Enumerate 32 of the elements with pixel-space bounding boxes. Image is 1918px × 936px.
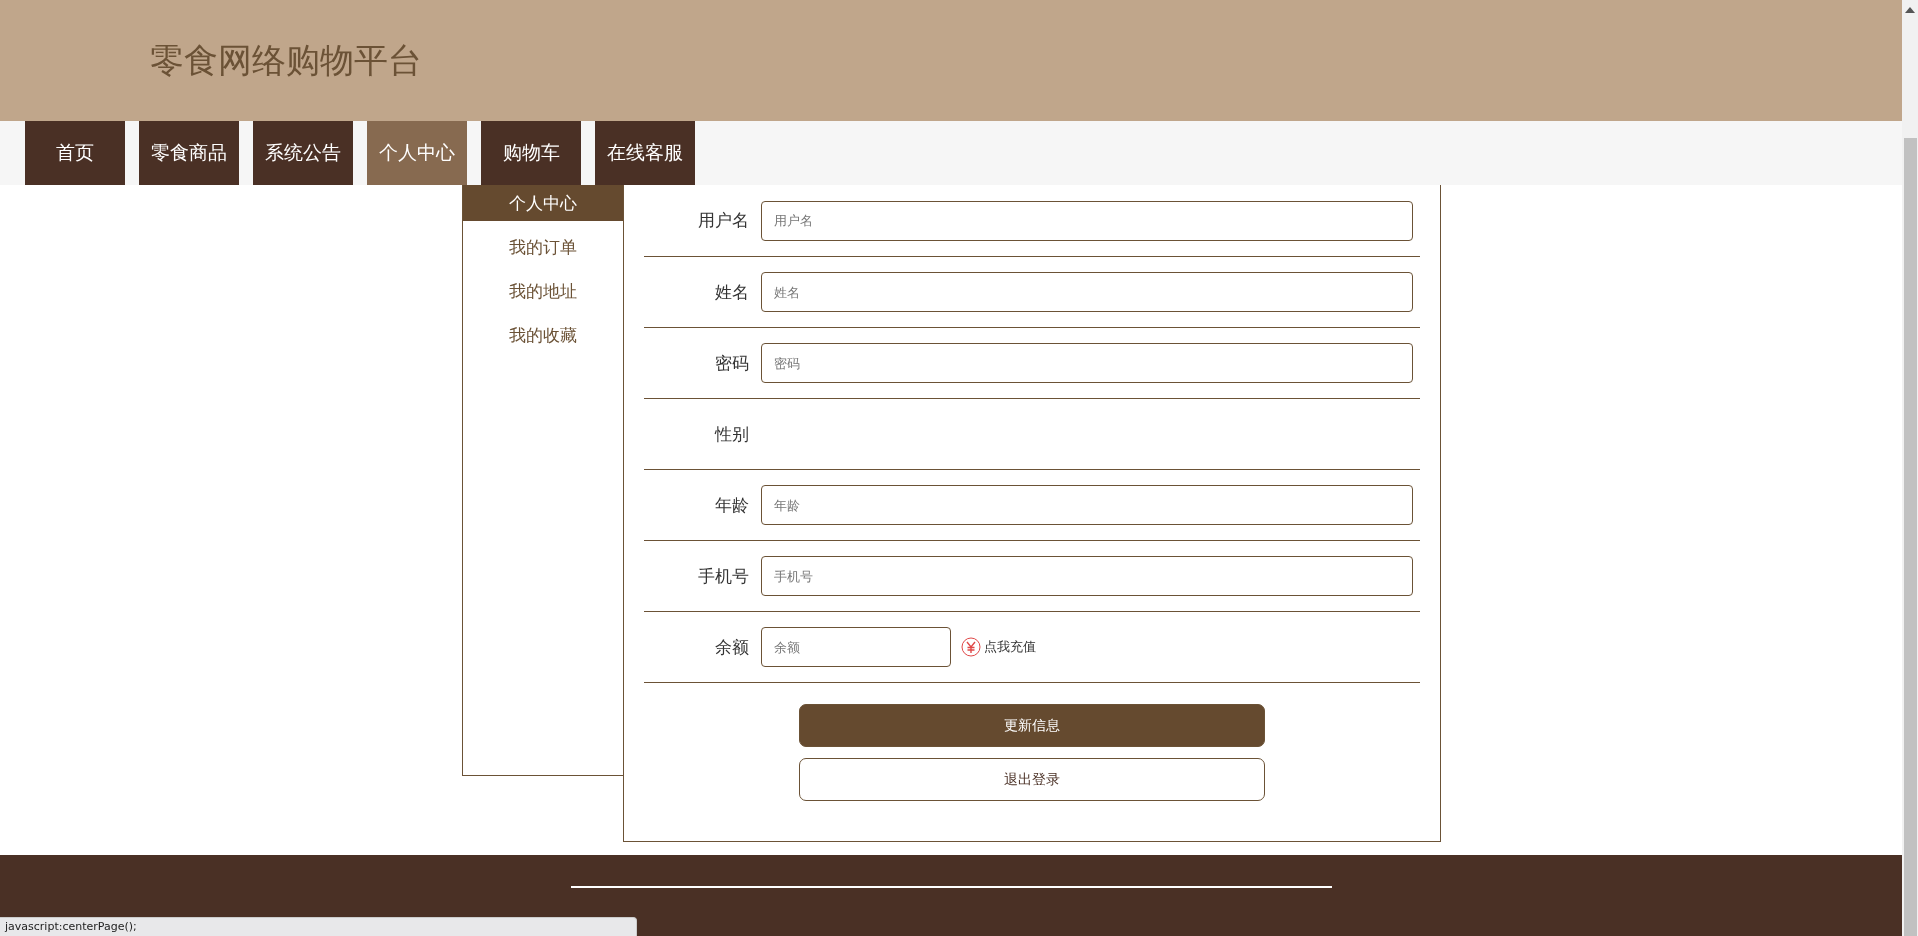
nav-tab[interactable]: 首页	[25, 121, 125, 185]
sidebar-item[interactable]: 我的地址	[463, 273, 623, 309]
nav-tab[interactable]: 零食商品	[139, 121, 239, 185]
site-title: 零食网络购物平台	[150, 38, 422, 82]
scrollbar-thumb[interactable]	[1904, 138, 1917, 936]
yen-icon	[961, 637, 981, 657]
logout-button[interactable]: 退出登录	[799, 758, 1265, 801]
input-field[interactable]: 年龄	[761, 485, 1413, 525]
scrollbar[interactable]	[1902, 0, 1918, 936]
update-button[interactable]: 更新信息	[799, 704, 1265, 747]
field-label: 密码	[714, 351, 750, 375]
sidebar-item[interactable]: 个人中心	[463, 185, 623, 221]
field-label: 性别	[713, 422, 750, 446]
input-field[interactable]: 用户名	[761, 200, 1413, 241]
sidebar-item[interactable]: 我的订单	[463, 229, 623, 265]
nav-tab[interactable]: 在线客服	[595, 121, 695, 185]
input-field[interactable]: 密码	[761, 343, 1413, 383]
input-field[interactable]: 姓名	[761, 272, 1413, 312]
field-label: 手机号	[697, 564, 750, 588]
status-url: javascript:centerPage();	[0, 917, 637, 936]
input-field[interactable]: 手机号	[761, 556, 1413, 596]
sidebar-item[interactable]: 我的收藏	[463, 317, 623, 353]
field-label: 余额	[714, 635, 750, 659]
field-label: 用户名	[697, 209, 750, 232]
nav-tab[interactable]: 个人中心	[367, 121, 467, 185]
scroll-up-icon[interactable]	[1905, 7, 1915, 13]
field-label: 姓名	[714, 280, 750, 304]
nav-tab[interactable]: 系统公告	[253, 121, 353, 185]
recharge-link[interactable]: 点我充值	[984, 638, 1036, 656]
field-label: 年龄	[714, 493, 750, 517]
nav-tab[interactable]: 购物车	[481, 121, 581, 185]
input-field[interactable]: 余额	[761, 627, 951, 667]
